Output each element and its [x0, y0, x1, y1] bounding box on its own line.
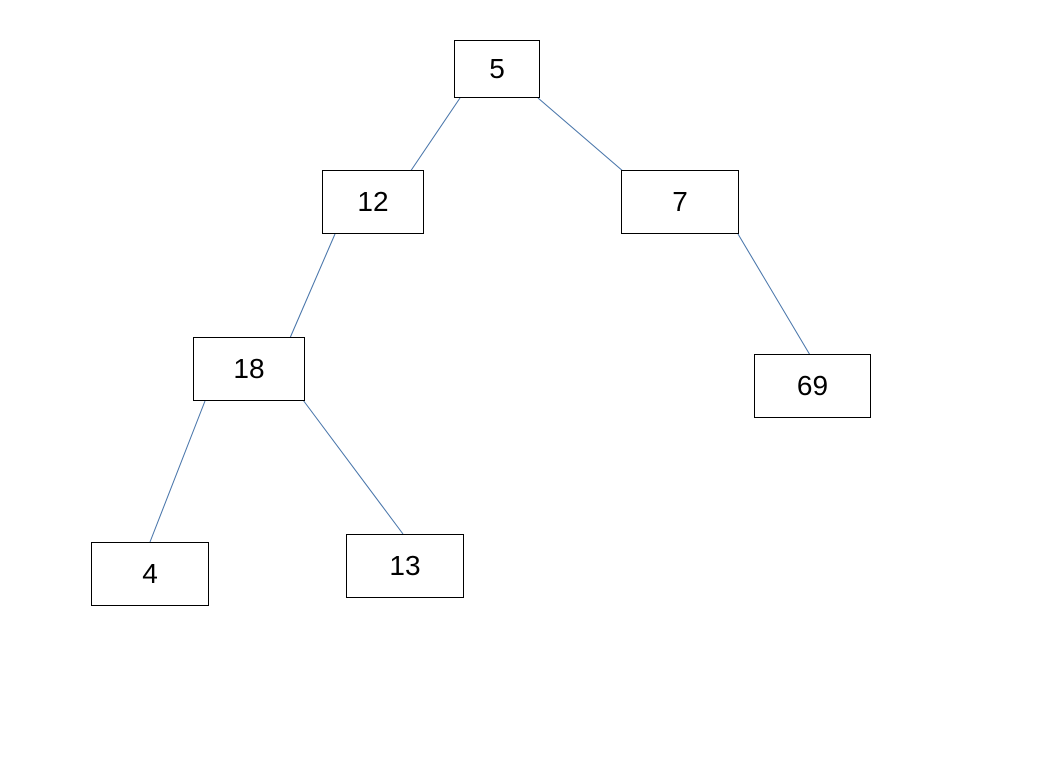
edge-left1-left2: [290, 234, 335, 338]
node-label: 69: [797, 370, 828, 402]
edge-left2-leafR: [303, 400, 403, 534]
node-leafR: 13: [346, 534, 464, 598]
node-label: 18: [233, 353, 264, 385]
node-leafL: 4: [91, 542, 209, 606]
edge-root-right1: [538, 98, 624, 172]
node-label: 7: [672, 186, 688, 218]
node-label: 12: [357, 186, 388, 218]
tree-edges: [0, 0, 1045, 763]
node-label: 13: [389, 550, 420, 582]
node-root: 5: [454, 40, 540, 98]
node-right2: 69: [754, 354, 871, 418]
node-right1: 7: [621, 170, 739, 234]
node-left1: 12: [322, 170, 424, 234]
node-label: 4: [142, 558, 158, 590]
tree-diagram: 5 12 7 18 69 4 13: [0, 0, 1045, 763]
node-label: 5: [489, 53, 505, 85]
edge-right1-right2: [738, 234, 810, 355]
node-left2: 18: [193, 337, 305, 401]
edge-left2-leafL: [150, 401, 205, 542]
edge-root-left1: [410, 98, 460, 172]
